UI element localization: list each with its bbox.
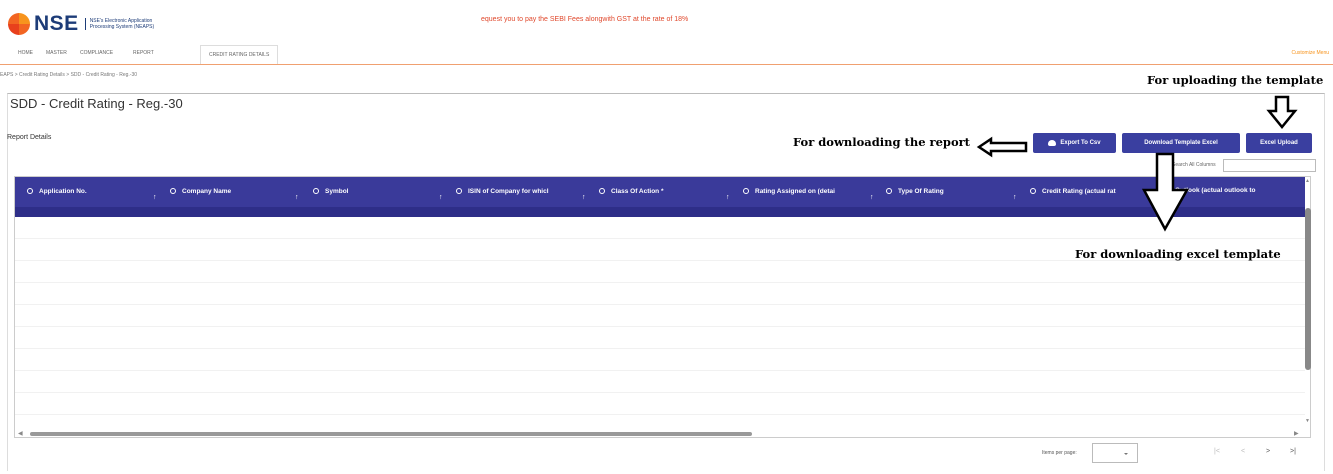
first-page-button[interactable]: |< [1214,448,1220,455]
menu-item-home[interactable]: HOME [18,50,33,56]
sort-up-icon[interactable]: ↑ [295,194,299,201]
report-table: Application No. ↑ Company Name ↑ Symbol … [14,176,1311,438]
column-header-credit-rating[interactable]: Credit Rating (actual rat [1030,187,1116,195]
column-header-class-of-action[interactable]: Class Of Action * [599,187,664,195]
column-header-isin[interactable]: ISIN of Company for whicl [456,187,549,195]
cloud-download-icon [1048,140,1057,146]
search-all-columns-input[interactable] [1223,159,1316,172]
customize-menu-link[interactable]: Customize Menu [1291,50,1329,56]
column-header-type-of-rating[interactable]: Type Of Rating [886,187,944,195]
export-csv-button[interactable]: Export To Csv [1033,133,1116,153]
sort-up-icon[interactable]: ↑ [1013,194,1017,201]
last-page-button[interactable]: >| [1290,448,1296,455]
main-menu: HOME MASTER COMPLIANCE REPORT CREDIT RAT… [0,45,1333,65]
page-title: SDD - Credit Rating - Reg.-30 [10,96,183,111]
left-arrow-icon [976,136,1028,158]
next-page-button[interactable]: > [1266,448,1270,455]
menu-item-compliance[interactable]: COMPLIANCE [80,50,113,56]
search-icon[interactable] [743,188,749,194]
scroll-up-icon[interactable]: ▲ [1305,178,1310,184]
items-per-page-label: Items per page: [1042,450,1077,456]
scroll-left-icon[interactable]: ◀ [18,430,23,437]
horizontal-scrollbar[interactable]: ◀ ▶ [16,430,1306,438]
sort-up-icon[interactable]: ↑ [582,194,586,201]
search-icon[interactable] [27,188,33,194]
annotation-download-excel-template: For downloading excel template [1075,247,1281,261]
down-arrow-icon [1141,152,1190,232]
nse-logo[interactable]: NSE NSE's Electronic Application Process… [8,12,160,36]
column-header-application-no[interactable]: Application No. [27,187,87,195]
column-header-company-name[interactable]: Company Name [170,187,231,195]
breadcrumb: EAPS > Credit Rating Details > SDD - Cre… [0,72,137,78]
column-header-rating-assigned-on[interactable]: Rating Assigned on (detai [743,187,835,195]
vertical-scrollbar[interactable]: ▲ ▼ [1304,178,1312,433]
download-template-excel-button[interactable]: Download Template Excel [1122,133,1240,153]
excel-upload-button[interactable]: Excel Upload [1246,133,1312,153]
report-details-label: Report Details [7,134,52,141]
nse-logo-mark [8,13,30,35]
table-header: Application No. ↑ Company Name ↑ Symbol … [15,177,1305,217]
search-icon[interactable] [313,188,319,194]
annotation-upload-template: For uploading the template [1147,73,1324,87]
sort-up-icon[interactable]: ↑ [153,194,157,201]
menu-item-master[interactable]: MASTER [46,50,67,56]
search-icon[interactable] [599,188,605,194]
search-icon[interactable] [170,188,176,194]
items-per-page-select[interactable] [1092,443,1138,463]
down-arrow-icon [1266,95,1298,129]
logo-text: NSE [34,12,79,35]
marquee-banner: equest you to pay the SEBI Fees alongwit… [481,16,689,23]
scroll-down-icon[interactable]: ▼ [1305,418,1310,424]
sort-up-icon[interactable]: ↑ [870,194,874,201]
annotation-download-report: For downloading the report [793,135,970,149]
horizontal-scroll-thumb[interactable] [30,432,752,436]
search-icon[interactable] [886,188,892,194]
search-icon[interactable] [1030,188,1036,194]
logo-subtitle: NSE's Electronic Application Processing … [84,18,160,30]
chevron-down-icon [1124,453,1128,455]
menu-item-credit-rating-details[interactable]: CREDIT RATING DETAILS [200,45,279,64]
sort-up-icon[interactable]: ↑ [726,194,730,201]
search-icon[interactable] [456,188,462,194]
scroll-right-icon[interactable]: ▶ [1294,430,1299,437]
vertical-scroll-thumb[interactable] [1305,208,1311,370]
column-header-symbol[interactable]: Symbol [313,187,348,195]
menu-item-report[interactable]: REPORT [133,50,154,56]
sort-up-icon[interactable]: ↑ [439,194,443,201]
previous-page-button[interactable]: < [1241,448,1245,455]
export-csv-label: Export To Csv [1060,140,1101,146]
